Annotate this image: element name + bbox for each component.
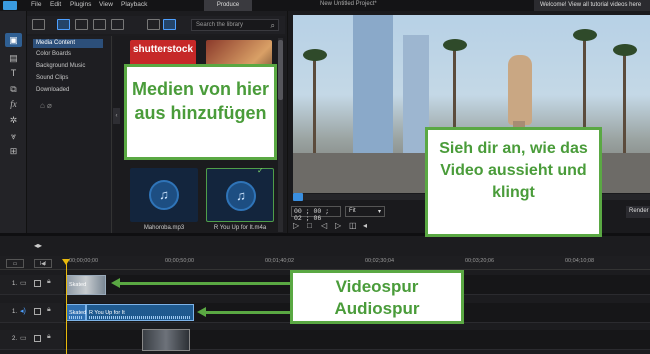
play-icon[interactable]: ▷ — [293, 221, 299, 230]
callout-tracks: Videospur Audiospur — [290, 270, 464, 324]
title-room-icon[interactable]: T — [5, 66, 22, 80]
previous-frame-icon[interactable]: ◁ — [321, 221, 327, 230]
video-track-icon: ▭ — [20, 335, 27, 342]
fit-timeline-icon[interactable]: ◂▸ — [34, 241, 42, 250]
lock-icon[interactable]: 🔒︎ — [47, 306, 51, 314]
pip-room-icon[interactable]: ▤ — [5, 51, 22, 65]
stop-icon[interactable]: □ — [307, 221, 312, 230]
title-bar: File Edit Plugins View Playback Produce … — [0, 0, 650, 11]
ruler-toggle-icon[interactable]: I◀I — [34, 259, 52, 268]
callout-preview: Sieh dir an, wie das Video aussieht und … — [425, 127, 602, 237]
in-use-check-icon: ✓ — [257, 166, 264, 175]
chevron-down-icon: ▾ — [377, 209, 381, 215]
search-input[interactable]: Search the library ⌕ — [191, 19, 279, 31]
import-icon[interactable] — [32, 19, 45, 30]
category-media-content[interactable]: Media Content — [33, 39, 103, 48]
tutorial-link[interactable]: Welcome! View all tutorial videos here — [534, 0, 650, 11]
app-logo-icon — [3, 1, 17, 10]
video-clip[interactable]: Skated — [66, 275, 106, 295]
transition-room-icon[interactable]: ⧉ — [5, 82, 22, 96]
media-item-audio[interactable]: ♫ — [130, 168, 198, 222]
ruler-label: 00;02;30;04 — [365, 258, 395, 264]
menu-plugins[interactable]: Plugins — [70, 1, 91, 8]
subtitle-room-icon[interactable]: ⊞ — [5, 144, 22, 158]
music-note-icon: ♫ — [226, 181, 256, 211]
category-downloaded[interactable]: Downloaded — [33, 86, 103, 95]
effect-room-icon[interactable]: fx — [5, 97, 22, 111]
track-number: 1. — [12, 281, 18, 287]
snapshot-icon[interactable]: ◫ — [349, 221, 357, 230]
zoom-select[interactable]: Fit ▾ — [345, 206, 385, 217]
tag-icon[interactable]: ⌂ ⌀ — [40, 101, 52, 110]
filter-audio-icon[interactable] — [111, 19, 124, 30]
ruler-label: 00;00;00;00 — [69, 258, 99, 264]
track-enable-checkbox[interactable] — [34, 308, 41, 315]
audio-track-header: 1. ◂) 🔒︎ — [0, 303, 64, 323]
track-manager-icon[interactable]: ▭ — [6, 259, 24, 268]
track-enable-checkbox[interactable] — [34, 335, 41, 342]
search-icon[interactable]: ⌕ — [271, 21, 275, 31]
project-title: New Untitled Project* — [320, 1, 377, 7]
audio-track-icon: ◂) — [20, 308, 26, 315]
video-track-icon: ▭ — [20, 280, 27, 287]
category-color-boards[interactable]: Color Boards — [33, 50, 103, 59]
callout-arrow — [204, 311, 292, 314]
callout-add-media: Medien von hier aus hinzufügen — [124, 64, 277, 160]
callout-audio-track: Audiospur — [334, 299, 420, 318]
media-item-name: Mahoroba.mp3 — [143, 225, 185, 231]
callout-arrowhead — [111, 278, 120, 288]
filter-all-icon[interactable] — [57, 19, 70, 30]
produce-button[interactable]: Produce — [204, 0, 252, 11]
seek-handle[interactable] — [293, 193, 303, 201]
music-note-icon: ♫ — [149, 180, 179, 210]
search-placeholder: Search the library — [196, 22, 244, 28]
particle-room-icon[interactable]: ✲ — [5, 113, 22, 127]
image-clip[interactable] — [142, 329, 190, 351]
track-number: 2. — [12, 336, 18, 342]
filter-video-icon[interactable] — [75, 19, 88, 30]
details-view-icon[interactable] — [147, 19, 160, 30]
timeline-toolbar — [0, 236, 650, 256]
ruler-label: 00;03;20;06 — [465, 258, 495, 264]
ruler-label: 00;01;40;02 — [265, 258, 295, 264]
track-enable-checkbox[interactable] — [34, 280, 41, 287]
render-preview-button[interactable]: Render — [626, 206, 650, 218]
audio-mixing-icon[interactable]: ⩔ — [5, 129, 22, 143]
lock-icon[interactable]: 🔒︎ — [47, 333, 51, 341]
clip-label: Skated — [69, 282, 87, 288]
category-sound-clips[interactable]: Sound Clips — [33, 74, 103, 83]
video-track-2-header: 2. ▭ 🔒︎ — [0, 330, 64, 350]
timecode-display[interactable]: 00 ; 00 ; 02 ; 06 — [291, 206, 341, 222]
media-item-name: R You Up for It.m4a — [213, 225, 267, 231]
audio-clip[interactable]: R You Up for It — [86, 304, 194, 321]
collapse-panel-icon[interactable]: ‹ — [113, 108, 120, 124]
menu-view[interactable]: View — [99, 1, 113, 8]
volume-icon[interactable]: ◂ — [363, 221, 367, 230]
callout-video-track: Videospur — [335, 277, 419, 296]
ruler-label: 00;04;10;08 — [565, 258, 595, 264]
audio-clip[interactable]: Skated — [66, 304, 86, 321]
callout-arrow — [118, 282, 292, 285]
menu-playback[interactable]: Playback — [121, 1, 147, 8]
video-track-header: 1. ▭ 🔒︎ — [0, 275, 64, 295]
filter-image-icon[interactable] — [93, 19, 106, 30]
zoom-value: Fit — [349, 208, 356, 214]
ruler-label: 00;00;50;00 — [165, 258, 195, 264]
track-number: 1. — [12, 309, 18, 315]
playhead[interactable] — [66, 260, 67, 354]
next-frame-icon[interactable]: ▷ — [335, 221, 341, 230]
callout-arrowhead — [197, 307, 206, 317]
menu-file[interactable]: File — [31, 1, 41, 8]
category-background-music[interactable]: Background Music — [33, 62, 103, 71]
media-item-audio[interactable]: ♫ — [206, 168, 274, 222]
library-scroll-thumb[interactable] — [278, 40, 283, 100]
media-room-icon[interactable]: ▣ — [5, 33, 22, 47]
shutterstock-logo: shutterstock — [132, 44, 193, 55]
lock-icon[interactable]: 🔒︎ — [47, 278, 51, 286]
menu-edit[interactable]: Edit — [50, 1, 61, 8]
grid-view-icon[interactable] — [163, 19, 176, 30]
